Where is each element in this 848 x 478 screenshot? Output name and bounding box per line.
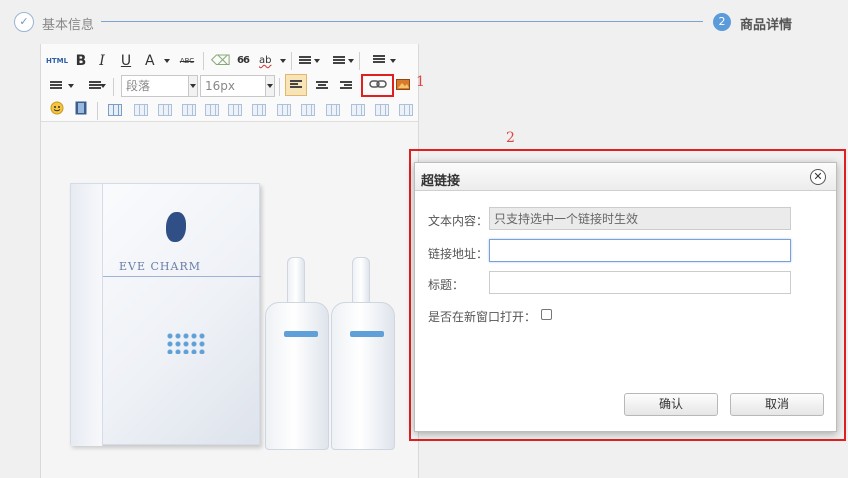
bold-button[interactable]: B [74,52,88,70]
underline-button[interactable]: U [119,52,133,70]
emoji-icon[interactable] [49,101,65,119]
product-brand-text: EVE CHARM [119,260,201,273]
insert-table-icon[interactable] [108,104,122,116]
annotation-marker-2: 2 [506,130,515,146]
box-side-panel [71,184,103,446]
check-icon: ✓ [14,12,34,32]
delete-table-icon[interactable] [134,104,148,116]
link-button-highlight [361,74,394,97]
insert-row-icon[interactable] [182,104,196,116]
row-spacing-icon[interactable] [81,77,106,95]
close-icon[interactable]: ✕ [810,169,826,185]
italic-button[interactable]: I [96,52,108,70]
insert-col-icon[interactable] [228,104,242,116]
text-content-label: 文本内容： [428,214,489,228]
new-window-checkbox[interactable] [541,309,552,320]
unordered-list-icon[interactable] [331,52,354,70]
bubbles-icon [166,332,206,354]
line-height-icon[interactable] [371,52,396,70]
align-center-button[interactable] [313,77,331,95]
video-icon[interactable] [73,101,89,119]
bottle-label [350,331,384,337]
blockquote-button[interactable]: 66 [235,52,251,70]
strikethrough-button[interactable]: ABC [176,52,198,70]
cancel-button[interactable]: 取消 [730,393,824,416]
step2-number: 2 [713,13,731,31]
step-connector [101,21,703,22]
merge-right-icon[interactable] [301,104,315,116]
toolbar-separator [97,102,98,120]
bottle-right [331,302,395,450]
delete-row-icon[interactable] [205,104,219,116]
split-cols-icon[interactable] [399,104,413,116]
link-url-label: 链接地址： [428,247,489,261]
paragraph-format-select[interactable]: 段落 [121,75,198,97]
annotation-marker-1: 1 [416,74,425,90]
dialog-titlebar[interactable]: 超链接 ✕ [415,163,836,191]
hyperlink-dialog: 超链接 ✕ 文本内容： 链接地址： 标题： 是否在新窗口打开： 确认 取消 [414,162,837,432]
split-cells-icon[interactable] [351,104,365,116]
step-basic-info[interactable]: 基本信息 [42,14,94,33]
bottle-neck [352,257,370,307]
paragraph-format-value: 段落 [126,79,151,93]
step-product-details[interactable]: 商品详情 [740,14,792,33]
toolbar-separator [203,52,204,70]
image-icon[interactable] [395,77,411,95]
bottle-neck [287,257,305,307]
html-source-button[interactable]: HTML [46,52,68,70]
split-rows-icon[interactable] [375,104,389,116]
confirm-button[interactable]: 确认 [624,393,718,416]
product-image: EVE CHARM [70,183,261,446]
font-size-select[interactable]: 16px [200,75,275,97]
toolbar-separator [291,52,292,70]
align-left-button[interactable] [285,74,307,96]
link-title-label: 标题： [428,278,465,292]
new-window-label: 是否在新窗口打开： [428,310,537,324]
link-title-input[interactable] [489,271,791,294]
toolbar-separator [279,78,280,96]
chevron-down-icon [265,76,274,96]
box-divider [103,276,261,277]
merge-cells-icon[interactable] [277,104,291,116]
bottle-left [265,302,329,450]
toolbar-separator [113,78,114,96]
toolbar-separator [359,52,360,70]
font-size-value: 16px [205,79,235,93]
link-url-input[interactable] [489,239,791,262]
chevron-down-icon [188,76,197,96]
dialog-title: 超链接 [421,174,461,189]
step-progress-bar: ✓ 基本信息 2 商品详情 [0,0,848,44]
font-color-button[interactable]: A [145,52,170,70]
text-content-field [489,207,791,230]
align-right-button[interactable] [337,77,355,95]
brand-logo-icon [166,212,186,242]
eraser-icon[interactable]: ⌫ [211,52,231,70]
ordered-list-icon[interactable] [297,52,320,70]
delete-col-icon[interactable] [252,104,266,116]
rich-text-editor: HTML B I U A ABC ⌫ 66 ab 段落 16px EVE CHA… [40,44,419,478]
spellcheck-button[interactable]: ab [259,52,286,70]
editor-content-area[interactable]: EVE CHARM [41,122,418,478]
insert-paragraph-icon[interactable] [158,104,172,116]
bottle-label [284,331,318,337]
merge-down-icon[interactable] [326,104,340,116]
paragraph-spacing-icon[interactable] [49,77,74,95]
